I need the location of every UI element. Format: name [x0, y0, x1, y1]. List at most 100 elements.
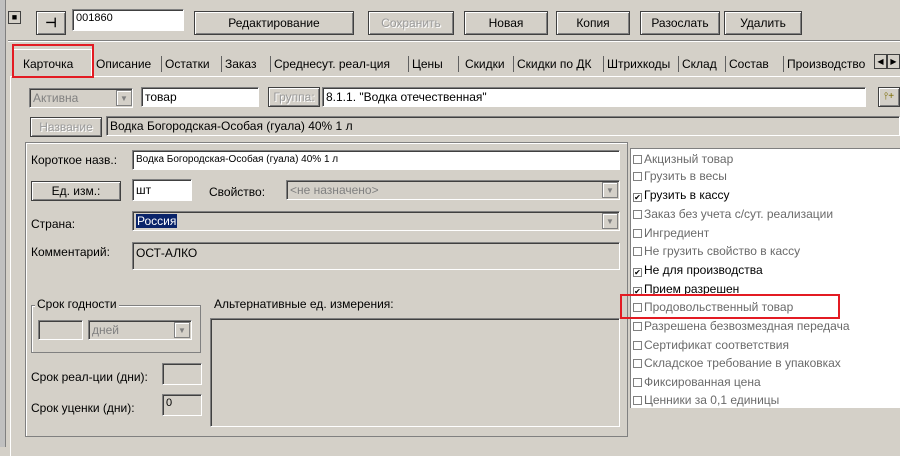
flag-label: Разрешена безвозмездная передача [644, 319, 850, 333]
flag-not-for-production[interactable]: ✔ Не для производства [633, 262, 763, 279]
short-name-field[interactable]: Водка Богородская-Особая (гуала) 40% 1 л [132, 150, 620, 170]
tab-divider [408, 56, 409, 72]
unit-button[interactable]: Ед. изм.: [31, 181, 121, 201]
tab-avg-sales[interactable]: Среднесут. реал-ция [272, 54, 392, 74]
tab-barcodes[interactable]: Штрихкоды [605, 54, 672, 74]
sale-term-field[interactable] [162, 363, 202, 385]
flag-label: Сертификат соответствия [644, 338, 789, 352]
checkbox-icon[interactable] [633, 247, 642, 256]
checkbox-checked-icon[interactable]: ✔ [633, 268, 642, 277]
tab-stock[interactable]: Остатки [163, 54, 212, 74]
tab-divider [678, 56, 679, 72]
markdown-term-label: Срок уценки (дни): [31, 401, 135, 415]
flag-ingredient[interactable]: Ингредиент [633, 225, 709, 242]
window-left-strip [0, 0, 6, 447]
flag-label: Не для производства [644, 263, 763, 277]
chevron-down-icon[interactable]: ▼ [602, 213, 618, 229]
code-field[interactable]: 001860 [72, 9, 184, 31]
checkbox-icon[interactable] [633, 359, 642, 368]
flag-certificate[interactable]: Сертификат соответствия [633, 337, 789, 354]
type-field[interactable]: товар [141, 87, 259, 107]
tab-scroll-right-icon[interactable]: ▶ [887, 54, 900, 69]
flag-order-no-avg[interactable]: Заказ без учета с/сут. реализации [633, 206, 833, 223]
flag-label: Грузить в весы [644, 169, 727, 183]
tab-divider [458, 56, 459, 72]
flag-free-transfer[interactable]: Разрешена безвозмездная передача [633, 318, 850, 335]
checkbox-icon[interactable] [633, 396, 642, 405]
checkbox-icon[interactable] [633, 322, 642, 331]
chevron-down-icon[interactable]: ▼ [116, 90, 132, 106]
flag-excise[interactable]: Акцизный товар [633, 151, 733, 168]
checkbox-icon[interactable] [633, 341, 642, 350]
tab-divider [221, 56, 222, 72]
chevron-down-icon[interactable]: ▼ [602, 182, 618, 198]
edit-button[interactable]: Редактирование [194, 11, 354, 35]
tab-divider [783, 56, 784, 72]
flag-label: Заказ без учета с/сут. реализации [644, 207, 834, 221]
tab-warehouse[interactable]: Склад [680, 54, 719, 74]
tab-composition[interactable]: Состав [727, 54, 771, 74]
tab-production[interactable]: Производство [785, 54, 875, 74]
copy-button[interactable]: Копия [556, 11, 630, 35]
tab-order[interactable]: Заказ [223, 54, 258, 74]
group-button[interactable]: Группа: [268, 87, 320, 107]
comment-label: Комментарий: [31, 245, 110, 259]
country-select[interactable]: Россия [132, 211, 620, 231]
unit-field[interactable]: шт [132, 179, 192, 201]
flag-cash-register[interactable]: ✔ Грузить в кассу [633, 187, 730, 204]
sale-term-label: Срок реал-ции (дни): [31, 370, 148, 384]
flag-fixed-price[interactable]: Фиксированная цена [633, 374, 761, 391]
country-label: Страна: [31, 217, 76, 231]
flag-label: Акцизный товар [644, 152, 734, 166]
chevron-down-icon[interactable]: ▼ [174, 322, 190, 338]
name-field[interactable]: Водка Богородская-Особая (гуала) 40% 1 л [106, 116, 900, 136]
tab-divider [603, 56, 604, 72]
tab-divider [270, 56, 271, 72]
checkbox-icon[interactable] [633, 210, 642, 219]
close-icon[interactable]: ■ [8, 11, 21, 24]
flag-warehouse-packages[interactable]: Складское требование в упаковках [633, 355, 841, 372]
tab-scroll-left-icon[interactable]: ◀ [874, 54, 887, 69]
pin-icon: ⊣ [45, 15, 57, 30]
tree-icon[interactable]: ⫯+ [878, 87, 900, 107]
save-button[interactable]: Сохранить [368, 11, 454, 35]
flag-scales[interactable]: Грузить в весы [633, 168, 727, 185]
tab-divider [725, 56, 726, 72]
short-name-label: Короткое назв.: [31, 153, 118, 167]
flag-no-property-upload[interactable]: Не грузить свойство в кассу [633, 243, 800, 260]
property-select[interactable]: <не назначено> [286, 180, 620, 200]
flag-price-tags-tenth[interactable]: Ценники за 0,1 единицы [633, 392, 779, 409]
send-button[interactable]: Разослать [640, 11, 720, 35]
tab-discounts[interactable]: Скидки [463, 54, 507, 74]
markdown-term-field[interactable]: 0 [162, 394, 202, 416]
name-button[interactable]: Название [30, 117, 102, 137]
group-field[interactable]: 8.1.1. "Водка отечественная" [322, 87, 866, 107]
checkbox-icon[interactable] [633, 155, 642, 164]
comment-field[interactable]: ОСТ-АЛКО [132, 242, 620, 270]
pin-button[interactable]: ⊣ [36, 11, 66, 35]
checkbox-icon[interactable] [633, 378, 642, 387]
checkbox-icon[interactable] [633, 229, 642, 238]
alt-units-list[interactable] [210, 318, 620, 427]
flag-label: Грузить в кассу [644, 188, 730, 202]
delete-button[interactable]: Удалить [724, 11, 802, 35]
alt-units-label: Альтернативные ед. измерения: [214, 297, 394, 311]
shelf-life-legend: Срок годности [35, 297, 119, 311]
highlight-box-food-product [620, 294, 840, 319]
checkbox-checked-icon[interactable]: ✔ [633, 193, 642, 202]
tab-description[interactable]: Описание [94, 54, 153, 74]
checkbox-icon[interactable] [633, 172, 642, 181]
new-button[interactable]: Новая [464, 11, 548, 35]
tab-divider [161, 56, 162, 72]
tab-prices[interactable]: Цены [410, 54, 445, 74]
property-label: Свойство: [209, 185, 266, 199]
highlight-box-card-tab [12, 44, 94, 78]
flag-label: Не грузить свойство в кассу [644, 244, 801, 258]
tab-card-discounts[interactable]: Скидки по ДК [515, 54, 594, 74]
flag-label: Ингредиент [644, 226, 710, 240]
flag-label: Складское требование в упаковках [644, 356, 841, 370]
toolbar-separator [8, 40, 900, 42]
country-value: Россия [136, 214, 178, 228]
shelf-life-value-field[interactable] [38, 320, 83, 340]
tab-divider [513, 56, 514, 72]
